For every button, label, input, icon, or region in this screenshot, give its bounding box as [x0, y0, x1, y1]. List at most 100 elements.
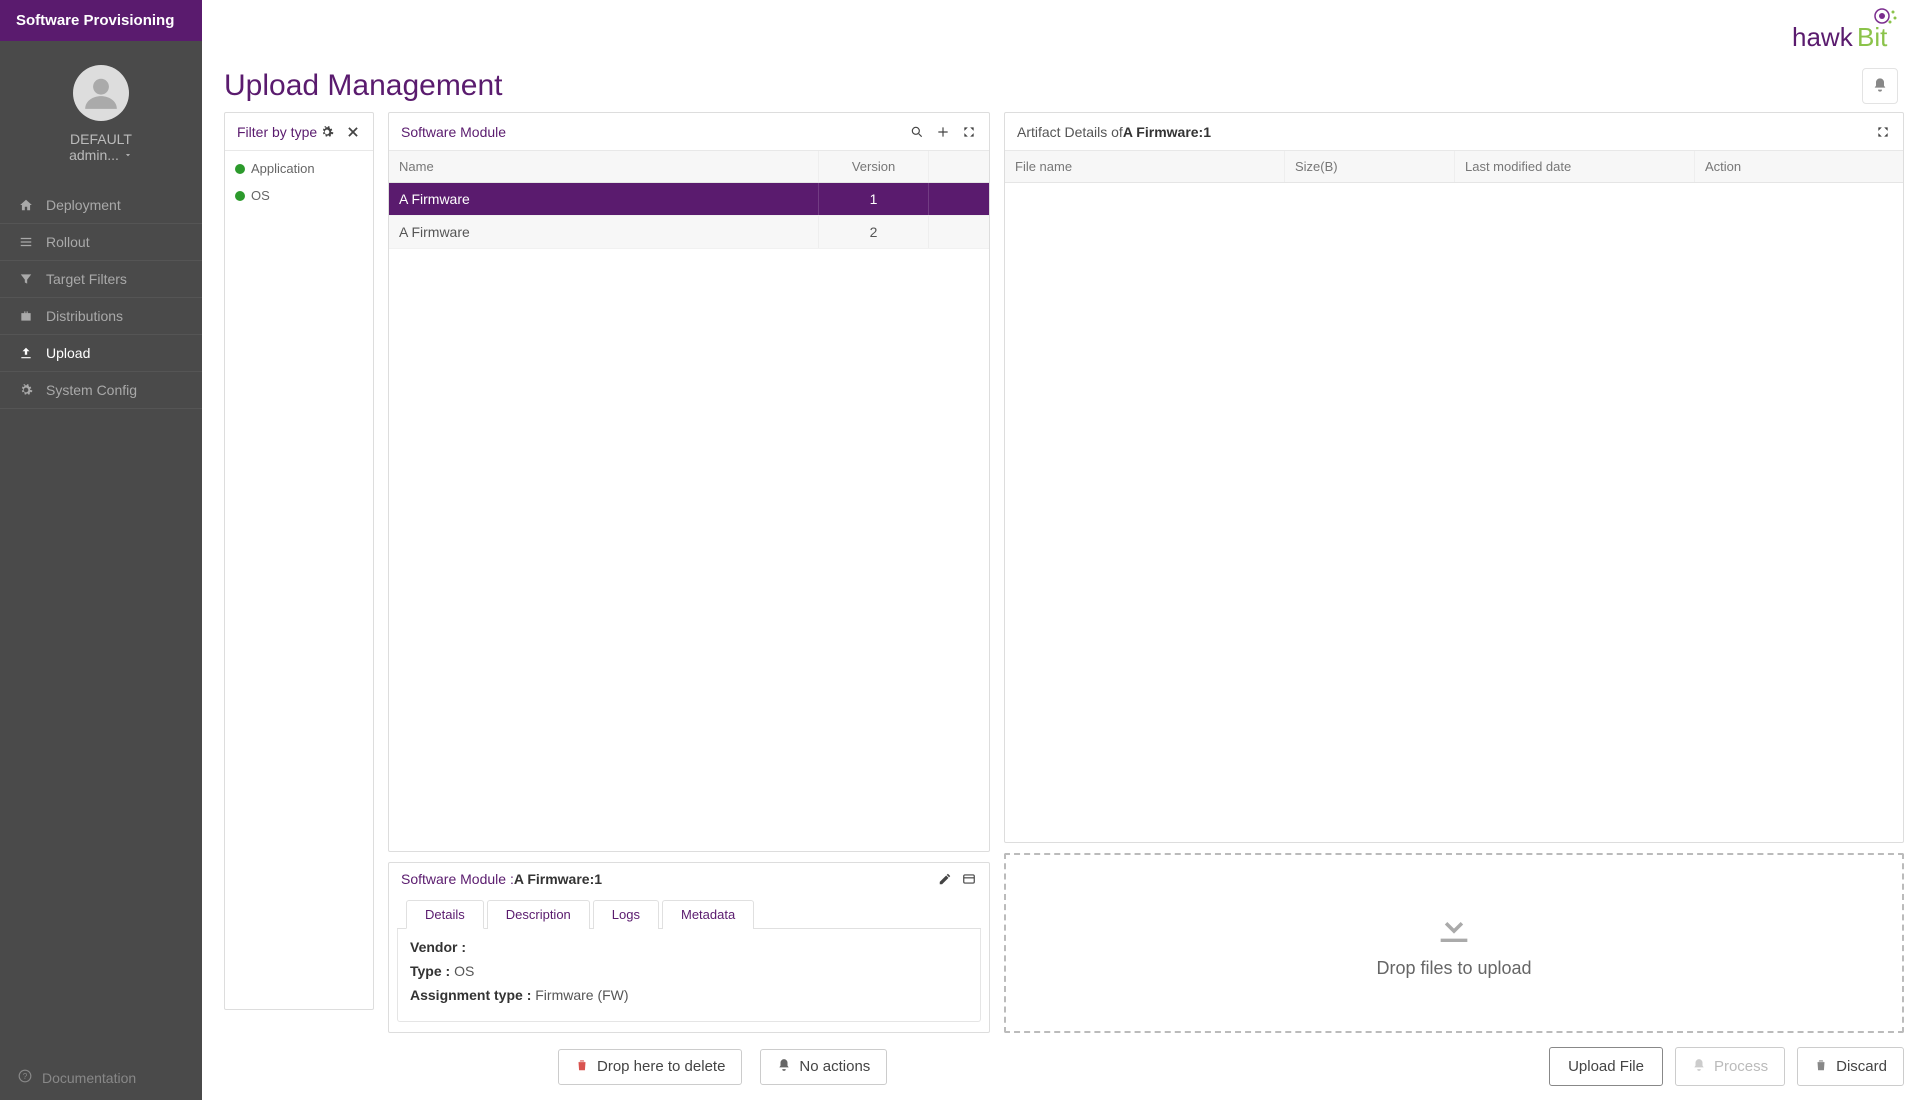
nav-upload[interactable]: Upload	[0, 335, 202, 372]
notifications-button[interactable]	[1862, 68, 1898, 104]
sidebar-footer: ? Documentation	[0, 1055, 202, 1100]
sm-row-action	[929, 183, 989, 215]
btn-label: Process	[1714, 1058, 1768, 1075]
drop-zone[interactable]: Drop files to upload	[1004, 853, 1904, 1033]
logo: hawk Bit	[1782, 4, 1902, 57]
filter-header: Filter by type	[225, 113, 373, 151]
sm-row-name: A Firmware	[389, 216, 819, 248]
nav-rollout[interactable]: Rollout	[0, 224, 202, 261]
trash-icon	[575, 1058, 589, 1076]
nav-target-filters[interactable]: Target Filters	[0, 261, 202, 298]
home-icon	[18, 197, 34, 213]
sm-add-button[interactable]	[935, 124, 951, 140]
detail-header: Software Module : A Firmware:1	[389, 863, 989, 895]
sm-header: Software Module	[389, 113, 989, 151]
btn-label: Discard	[1836, 1058, 1887, 1075]
gear-icon	[18, 382, 34, 398]
app-title: Software Provisioning	[0, 0, 202, 41]
sm-row-version: 2	[819, 216, 929, 248]
list-icon	[18, 234, 34, 250]
filter-panel: Filter by type Application OS	[224, 112, 374, 1010]
no-actions-button[interactable]: No actions	[760, 1049, 887, 1085]
artifact-column: Artifact Details of A Firmware:1 File na…	[1004, 112, 1904, 1033]
btn-label: No actions	[799, 1058, 870, 1075]
help-icon: ?	[18, 1069, 32, 1086]
btn-label: Upload File	[1568, 1058, 1644, 1075]
process-button[interactable]: Process	[1675, 1047, 1785, 1086]
upload-file-button[interactable]: Upload File	[1549, 1047, 1663, 1086]
artifact-header-prefix: Artifact Details of	[1017, 124, 1123, 140]
type-value: OS	[450, 963, 474, 979]
svg-text:Bit: Bit	[1857, 22, 1888, 52]
sm-row-action	[929, 216, 989, 248]
user-block: DEFAULT admin...	[0, 41, 202, 181]
tab-description[interactable]: Description	[487, 900, 590, 929]
user-menu[interactable]: admin...	[69, 147, 133, 163]
header-row: hawk Bit	[202, 0, 1920, 10]
assigntype-label: Assignment type :	[410, 987, 531, 1003]
sm-row-version: 1	[819, 183, 929, 215]
nav-deployment[interactable]: Deployment	[0, 187, 202, 224]
status-dot-icon	[235, 191, 245, 201]
bottom-right: Upload File Process Discard	[1549, 1047, 1904, 1086]
sm-row[interactable]: A Firmware 2	[389, 216, 989, 249]
trash-icon	[1814, 1058, 1828, 1076]
sm-table-head: Name Version	[389, 151, 989, 183]
discard-button[interactable]: Discard	[1797, 1047, 1904, 1086]
artifact-col-size: Size(B)	[1285, 151, 1455, 182]
filter-settings-button[interactable]	[319, 124, 335, 140]
detail-card-button[interactable]	[961, 871, 977, 887]
briefcase-icon	[18, 308, 34, 324]
nav-label: Upload	[46, 345, 90, 361]
sm-col-name-header: Name	[389, 151, 819, 182]
drop-here-delete-button[interactable]: Drop here to delete	[558, 1049, 742, 1085]
detail-tabs: Details Description Logs Metadata	[397, 899, 981, 929]
documentation-link[interactable]: ? Documentation	[18, 1069, 184, 1086]
artifact-header: Artifact Details of A Firmware:1	[1005, 113, 1903, 151]
drop-zone-text: Drop files to upload	[1376, 958, 1531, 979]
nav-distributions[interactable]: Distributions	[0, 298, 202, 335]
sm-col-action-header	[929, 151, 989, 182]
bell-icon	[1872, 77, 1888, 96]
artifact-col-action: Action	[1695, 151, 1903, 182]
tab-logs[interactable]: Logs	[593, 900, 659, 929]
filter-item-os[interactable]: OS	[235, 188, 363, 203]
avatar	[73, 65, 129, 121]
type-label: Type :	[410, 963, 450, 979]
artifact-col-modified: Last modified date	[1455, 151, 1695, 182]
tab-metadata[interactable]: Metadata	[662, 900, 754, 929]
filter-close-button[interactable]	[345, 124, 361, 140]
nav-system-config[interactable]: System Config	[0, 372, 202, 409]
filter-item-application[interactable]: Application	[235, 161, 363, 176]
artifact-table-head: File name Size(B) Last modified date Act…	[1005, 151, 1903, 183]
bell-icon	[777, 1058, 791, 1076]
nav-label: Deployment	[46, 197, 121, 213]
assigntype-value: Firmware (FW)	[531, 987, 628, 1003]
svg-text:hawk: hawk	[1792, 22, 1854, 52]
sm-header-label: Software Module	[401, 124, 506, 140]
sm-row[interactable]: A Firmware 1	[389, 183, 989, 216]
sm-table-body: A Firmware 1 A Firmware 2	[389, 183, 989, 851]
bottom-row: Drop here to delete No actions Upload Fi…	[202, 1043, 1920, 1100]
nav-label: System Config	[46, 382, 137, 398]
artifact-expand-button[interactable]	[1875, 124, 1891, 140]
detail-edit-button[interactable]	[937, 871, 953, 887]
artifact-table-body	[1005, 183, 1903, 842]
btn-label: Drop here to delete	[597, 1058, 725, 1075]
software-module-panel: Software Module Name Version A Firmware	[388, 112, 990, 852]
detail-body: Vendor : Type : OS Assignment type : Fir…	[397, 929, 981, 1022]
page-title: Upload Management	[224, 69, 503, 103]
svg-text:?: ?	[23, 1072, 28, 1081]
download-arrow-icon	[1434, 907, 1474, 958]
tab-details[interactable]: Details	[406, 900, 484, 929]
nav-label: Rollout	[46, 234, 90, 250]
sm-expand-button[interactable]	[961, 124, 977, 140]
user-org: DEFAULT	[70, 131, 132, 147]
filter-item-label: Application	[251, 161, 315, 176]
sm-search-button[interactable]	[909, 124, 925, 140]
vendor-label: Vendor :	[410, 939, 466, 955]
software-module-column: Software Module Name Version A Firmware	[388, 112, 990, 1033]
bell-icon	[1692, 1058, 1706, 1076]
content-row: Filter by type Application OS	[202, 112, 1920, 1043]
documentation-label: Documentation	[42, 1070, 136, 1086]
